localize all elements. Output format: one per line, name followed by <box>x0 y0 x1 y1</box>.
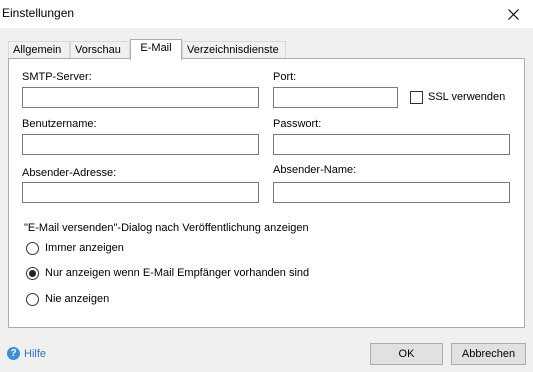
username-input[interactable] <box>22 134 259 155</box>
help-icon: ? <box>7 347 20 360</box>
sender-address-label: Absender-Adresse: <box>22 167 117 179</box>
close-button[interactable] <box>493 0 533 28</box>
port-input[interactable] <box>273 87 398 108</box>
ssl-label: SSL verwenden <box>428 91 506 103</box>
ok-button[interactable]: OK <box>370 343 443 365</box>
radio-never-show[interactable] <box>26 293 39 306</box>
smtp-server-input[interactable] <box>22 87 259 108</box>
password-label: Passwort: <box>273 118 322 130</box>
title-bar: Einstellungen <box>0 0 533 28</box>
close-icon <box>507 8 519 20</box>
window-title: Einstellungen <box>2 6 75 20</box>
tab-allgemein[interactable]: Allgemein <box>8 41 70 58</box>
cancel-button[interactable]: Abbrechen <box>451 343 526 365</box>
username-label: Benutzername: <box>22 118 97 130</box>
radio-always-show[interactable] <box>26 242 39 255</box>
radio-show-if-recipients-label: Nur anzeigen wenn E-Mail Empfänger vorha… <box>45 267 310 279</box>
sender-address-input[interactable] <box>22 182 259 203</box>
email-settings-panel: SMTP-Server: Port: SSL verwenden Benutze… <box>8 58 525 328</box>
sender-name-label: Absender-Name: <box>273 164 357 176</box>
tab-e-mail[interactable]: E-Mail <box>130 39 182 60</box>
help-label: Hilfe <box>24 347 47 360</box>
radio-show-if-recipients[interactable] <box>26 267 39 280</box>
ssl-checkbox[interactable] <box>410 91 423 104</box>
tab-vorschau[interactable]: Vorschau <box>70 41 130 58</box>
port-label: Port: <box>273 71 297 83</box>
email-dialog-heading: "E-Mail versenden"-Dialog nach Veröffent… <box>24 222 309 234</box>
radio-never-show-label: Nie anzeigen <box>45 293 110 305</box>
smtp-server-label: SMTP-Server: <box>22 71 92 83</box>
radio-always-show-label: Immer anzeigen <box>45 242 124 254</box>
tab-verzeichnisdienste[interactable]: Verzeichnisdienste <box>182 41 286 58</box>
sender-name-input[interactable] <box>273 182 510 203</box>
help-link[interactable]: ? Hilfe <box>7 347 46 360</box>
password-input[interactable] <box>273 134 510 155</box>
